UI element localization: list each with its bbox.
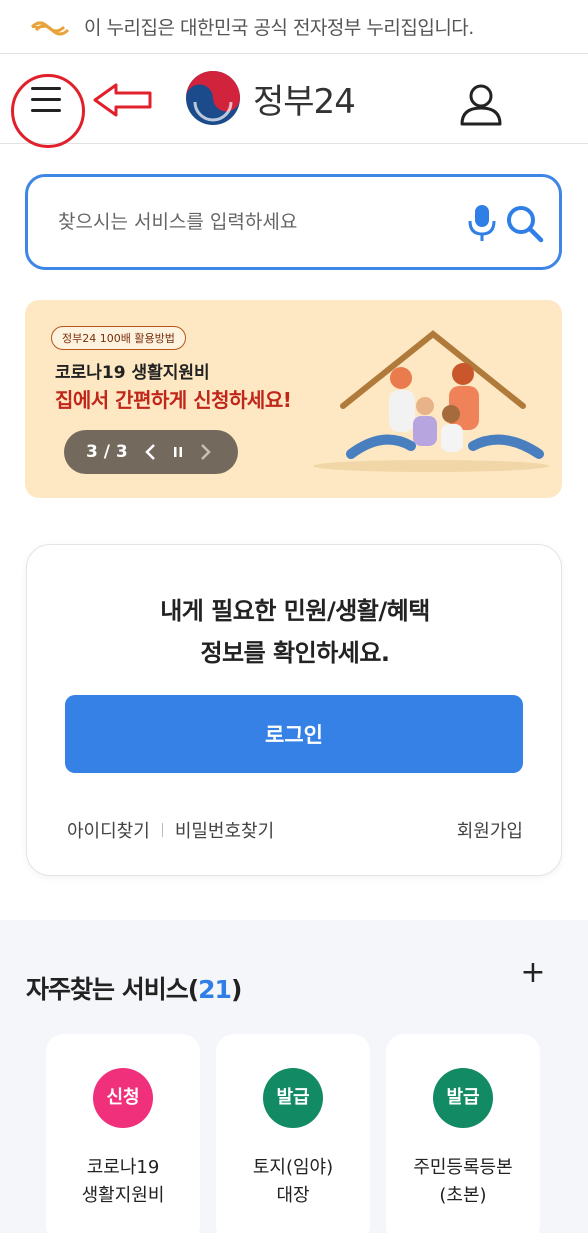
logo-text: 정부24 — [253, 81, 356, 122]
annotation-arrow-icon — [93, 83, 152, 117]
login-message-line2: 정보를 확인하세요. — [200, 639, 390, 667]
login-message-line1: 내게 필요한 민원/생활/혜택 — [160, 597, 430, 625]
account-links: 아이디찾기 비밀번호찾기 — [67, 817, 274, 843]
login-card: 내게 필요한 민원/생활/혜택 정보를 확인하세요. 로그인 아이디찾기 비밀번… — [26, 544, 562, 876]
chevron-left-icon — [145, 444, 155, 460]
service-badge: 발급 — [263, 1068, 323, 1128]
prev-slide-button[interactable] — [136, 437, 164, 467]
divider — [161, 823, 163, 837]
pause-slide-button[interactable] — [164, 437, 192, 467]
search-box — [25, 174, 562, 270]
gov-banner-text: 이 누리집은 대한민국 공식 전자정부 누리집입니다. — [84, 17, 474, 39]
gov24-logo[interactable]: 정부24 — [183, 68, 356, 128]
login-button[interactable]: 로그인 — [65, 695, 523, 773]
service-label: 코로나19 생활지원비 — [81, 1157, 165, 1206]
user-account-icon[interactable] — [458, 82, 504, 126]
banner-headline-1: 코로나19 생활지원비 — [55, 363, 210, 383]
banner-tag: 정부24 100배 활용방법 — [51, 326, 186, 350]
search-icon[interactable] — [504, 203, 544, 243]
signup-link[interactable]: 회원가입 — [457, 817, 523, 843]
service-card-corona-support[interactable]: 신청 코로나19 생활지원비 — [46, 1034, 200, 1233]
chevron-right-icon — [201, 444, 211, 460]
service-label: 주민등록등본 (초본) — [413, 1157, 513, 1206]
pause-icon — [174, 447, 182, 457]
next-slide-button[interactable] — [192, 437, 220, 467]
taegeuk-logo-icon — [186, 71, 240, 125]
search-input[interactable] — [58, 203, 438, 241]
slide-counter: 3 / 3 — [86, 442, 128, 462]
find-id-link[interactable]: 아이디찾기 — [67, 817, 150, 843]
add-service-button[interactable]: + — [520, 958, 546, 988]
family-illustration-icon — [313, 330, 549, 472]
header: 정부24 — [0, 54, 588, 148]
section-title: 자주찾는 서비스(21) — [26, 975, 242, 1004]
service-label: 토지(임야) 대장 — [252, 1157, 334, 1206]
find-password-link[interactable]: 비밀번호찾기 — [175, 817, 274, 843]
promo-banner[interactable]: 정부24 100배 활용방법 코로나19 생활지원비 집에서 간편하게 신청하세… — [25, 300, 562, 498]
slide-controls: 3 / 3 — [64, 430, 238, 474]
nuri-emblem-icon — [30, 21, 70, 35]
microphone-icon[interactable] — [466, 203, 498, 243]
hamburger-menu-button[interactable] — [18, 76, 74, 126]
gov-official-banner: 이 누리집은 대한민국 공식 전자정부 누리집입니다. — [0, 0, 588, 54]
service-badge: 신청 — [93, 1068, 153, 1128]
banner-headline-2: 집에서 간편하게 신청하세요! — [55, 388, 292, 412]
frequent-services-section: 자주찾는 서비스(21) + 신청 코로나19 생활지원비 발급 토지(임야) 대장… — [0, 920, 588, 1233]
service-card-land-register[interactable]: 발급 토지(임야) 대장 — [216, 1034, 370, 1233]
service-card-resident-register[interactable]: 발급 주민등록등본 (초본) — [386, 1034, 540, 1233]
service-badge: 발급 — [433, 1068, 493, 1128]
service-count: 21 — [198, 975, 232, 1004]
